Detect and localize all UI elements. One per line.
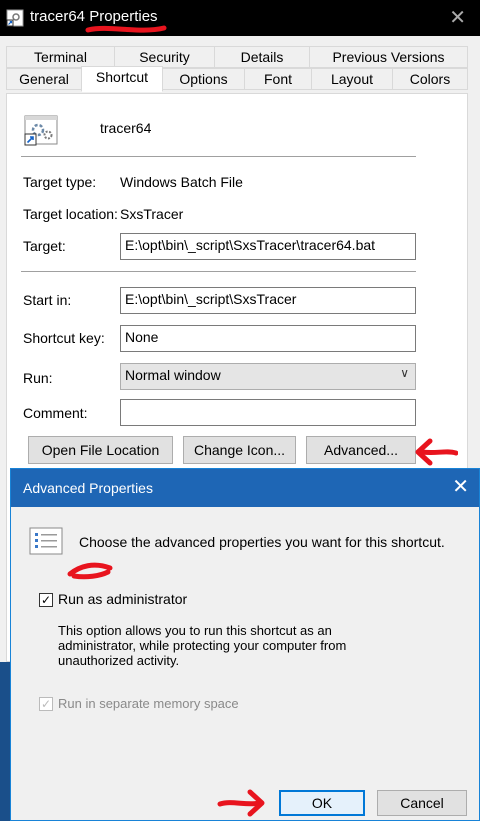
tab-details[interactable]: Details <box>214 46 310 68</box>
change-icon-button[interactable]: Change Icon... <box>183 436 296 464</box>
dialog-close-icon[interactable]: ✕ <box>452 474 469 499</box>
target-type-label: Target type: <box>23 174 97 190</box>
dialog-title: Advanced Properties <box>23 480 153 496</box>
run-select[interactable]: Normal window ∨ <box>120 363 416 390</box>
tab-layout[interactable]: Layout <box>311 68 393 90</box>
separate-memory-checkbox: ✓ <box>39 697 53 711</box>
target-label: Target: <box>23 238 66 254</box>
target-location-value: SxsTracer <box>120 206 184 222</box>
run-as-admin-label: Run as administrator <box>58 591 188 607</box>
cancel-button[interactable]: Cancel <box>377 790 467 816</box>
start-in-input[interactable]: E:\opt\bin\_script\SxsTracer <box>120 287 416 314</box>
divider <box>21 271 416 272</box>
shortcut-name: tracer64 <box>100 120 152 136</box>
run-as-admin-checkbox[interactable]: ✓ <box>39 593 53 607</box>
title-bar: tracer64 Properties ✕ <box>0 0 480 36</box>
target-input[interactable]: E:\opt\bin\_script\SxsTracer\tracer64.ba… <box>120 233 416 260</box>
dialog-intro-text: Choose the advanced properties you want … <box>79 534 445 550</box>
tab-terminal[interactable]: Terminal <box>6 46 115 68</box>
close-icon[interactable]: ✕ <box>449 5 466 30</box>
shortcut-file-icon <box>6 9 24 27</box>
start-in-label: Start in: <box>23 292 72 308</box>
window-title: tracer64 Properties <box>30 8 158 25</box>
properties-list-icon <box>29 527 63 555</box>
target-type-value: Windows Batch File <box>120 174 243 190</box>
ok-button[interactable]: OK <box>279 790 365 816</box>
tab-general[interactable]: General <box>6 68 82 90</box>
open-file-location-button[interactable]: Open File Location <box>28 436 173 464</box>
tab-font[interactable]: Font <box>244 68 312 90</box>
tab-security[interactable]: Security <box>114 46 215 68</box>
tab-previous-versions[interactable]: Previous Versions <box>309 46 468 68</box>
chevron-down-icon: ∨ <box>400 366 409 380</box>
dialog-title-bar: Advanced Properties ✕ <box>11 469 479 507</box>
shortcut-key-input[interactable]: None <box>120 325 416 352</box>
run-select-value: Normal window <box>125 367 221 383</box>
advanced-button[interactable]: Advanced... <box>306 436 416 464</box>
target-location-label: Target location: <box>23 206 118 222</box>
tab-options[interactable]: Options <box>162 68 245 90</box>
run-label: Run: <box>23 370 53 386</box>
batch-file-icon <box>24 115 58 146</box>
tab-shortcut[interactable]: Shortcut <box>81 66 163 92</box>
tab-colors[interactable]: Colors <box>392 68 468 90</box>
separate-memory-label: Run in separate memory space <box>58 696 239 711</box>
shortcut-key-label: Shortcut key: <box>23 330 105 346</box>
comment-input[interactable] <box>120 399 416 426</box>
advanced-properties-dialog: Advanced Properties ✕ Choose the advance… <box>10 468 480 821</box>
divider <box>21 156 416 157</box>
run-as-admin-description: This option allows you to run this short… <box>58 623 347 668</box>
comment-label: Comment: <box>23 405 88 421</box>
